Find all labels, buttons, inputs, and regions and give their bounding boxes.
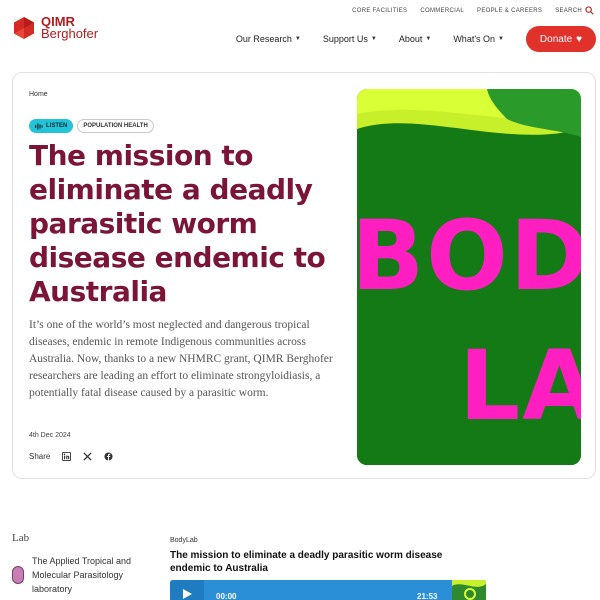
podcast-title: The mission to eliminate a deadly parasi… <box>170 550 443 574</box>
image-text-bottom: LA <box>459 330 581 442</box>
search-button[interactable]: SEARCH <box>555 6 594 15</box>
current-time: 00:00 <box>216 592 237 600</box>
chevron-down-icon: ▼ <box>370 36 377 42</box>
podcast-art-graphic <box>452 580 486 600</box>
nav-our-research[interactable]: Our Research ▼ <box>236 34 301 44</box>
facebook-icon[interactable] <box>104 452 113 461</box>
play-button[interactable] <box>170 580 204 600</box>
heart-icon: ♥ <box>576 33 583 45</box>
listen-button[interactable]: LISTEN <box>29 119 74 133</box>
share-bar: Share <box>29 452 113 461</box>
breadcrumb[interactable]: Home <box>29 91 48 98</box>
site-header: QIMR Berghofer CORE FACILITIES COMMERCIA… <box>0 0 600 60</box>
nav-about-label: About <box>398 34 423 44</box>
image-text-top: BOD <box>357 200 581 312</box>
topic-tag-label: POPULATION HEALTH <box>83 123 148 129</box>
nav-about[interactable]: About ▼ <box>399 34 431 44</box>
utility-nav: CORE FACILITIES COMMERCIAL PEOPLE & CARE… <box>352 6 594 15</box>
search-icon <box>585 6 594 15</box>
lab-section-label: Lab <box>12 532 30 544</box>
breadcrumb-home[interactable]: Home <box>29 91 48 98</box>
lab-name: The Applied Tropical and Molecular Paras… <box>32 556 132 594</box>
page-title: The mission to eliminate a deadly parasi… <box>29 139 326 308</box>
chevron-down-icon: ▼ <box>498 36 504 42</box>
lab-link[interactable]: The Applied Tropical and Molecular Paras… <box>12 554 142 596</box>
x-icon[interactable] <box>83 452 92 461</box>
nav-whats-on[interactable]: What's On ▼ <box>453 34 504 44</box>
share-label: Share <box>29 452 51 461</box>
audio-player: 00:00 21:53 <box>170 580 486 600</box>
chevron-down-icon: ▼ <box>294 36 301 42</box>
article-lede: It’s one of the world’s most neglected a… <box>29 319 333 399</box>
nav-our-research-label: Our Research <box>235 34 292 44</box>
logo-wordmark: QIMR Berghofer <box>41 15 99 41</box>
nav-support-us[interactable]: Support Us ▼ <box>323 34 377 44</box>
nav-whats-on-label: What's On <box>453 34 496 44</box>
nav-support-us-label: Support Us <box>322 34 368 44</box>
listen-label: LISTEN <box>46 123 68 129</box>
logo-mark-icon <box>14 17 34 39</box>
topic-tag[interactable]: POPULATION HEALTH <box>77 119 154 133</box>
bodylab-artwork: BOD LA <box>357 89 581 465</box>
donate-label: Donate <box>539 33 573 45</box>
article-hero-card: Home LISTEN POPULATION HEALTH The missio… <box>12 72 596 479</box>
topnav-people-careers[interactable]: PEOPLE & CAREERS <box>477 8 542 14</box>
total-duration: 21:53 <box>417 592 438 600</box>
article-tags: LISTEN POPULATION HEALTH <box>29 119 154 133</box>
podcast-artwork <box>452 580 486 600</box>
podcast-source: BodyLab <box>170 537 198 544</box>
main-nav: Our Research ▼ Support Us ▼ About ▼ What… <box>236 26 596 52</box>
play-icon <box>183 589 192 599</box>
lab-avatar <box>12 566 24 584</box>
topnav-commercial[interactable]: COMMERCIAL <box>420 8 464 14</box>
chevron-down-icon: ▼ <box>425 36 432 42</box>
audio-wave-icon <box>35 123 43 129</box>
logo-line-2: Berghofer <box>41 26 99 41</box>
publish-date: 4th Dec 2024 <box>29 432 71 439</box>
linkedin-icon[interactable] <box>62 452 72 461</box>
topnav-core-facilities[interactable]: CORE FACILITIES <box>352 8 407 14</box>
donate-button[interactable]: Donate ♥ <box>526 26 596 52</box>
search-label: SEARCH <box>555 7 582 14</box>
hero-image: BOD LA <box>357 89 581 465</box>
site-logo[interactable]: QIMR Berghofer <box>12 15 99 41</box>
